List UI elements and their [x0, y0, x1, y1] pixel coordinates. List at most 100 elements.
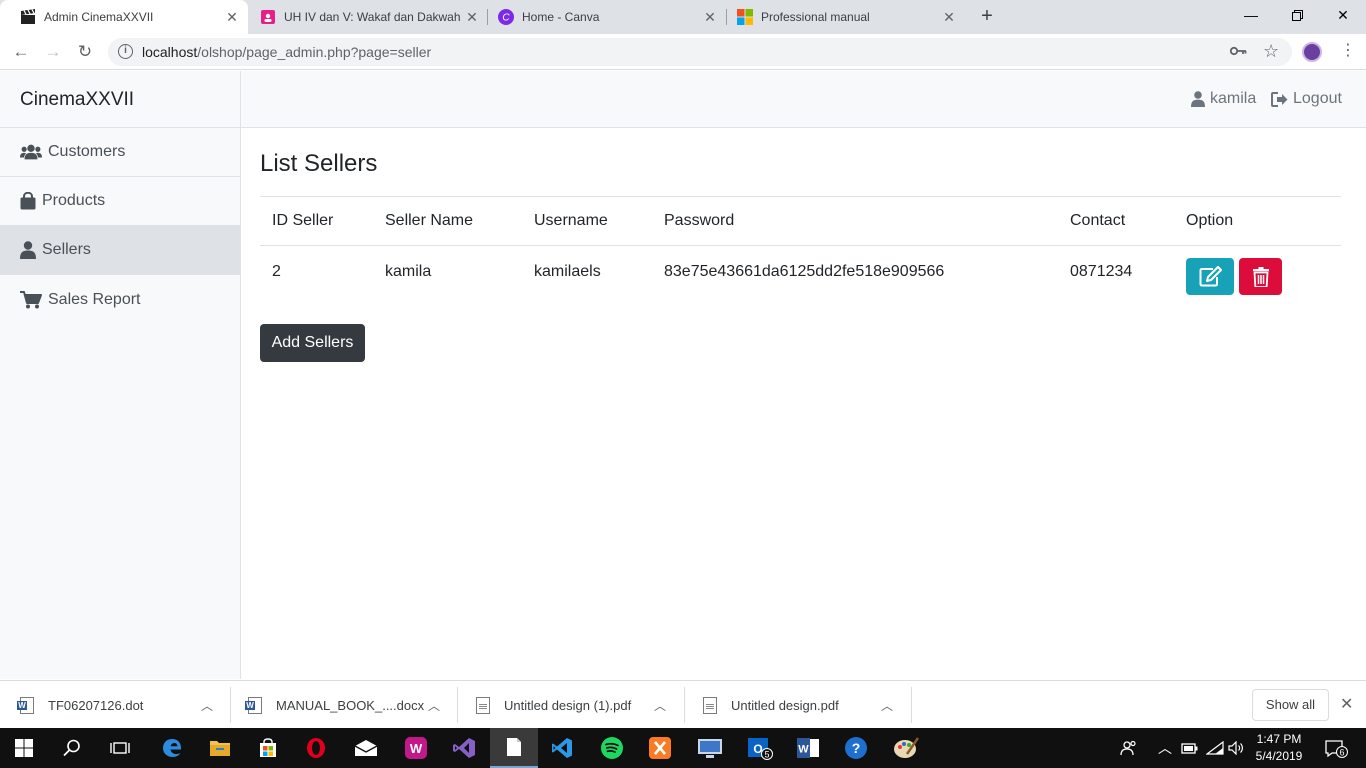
paint-icon[interactable]	[882, 728, 930, 768]
classroom-icon	[260, 9, 276, 25]
reload-icon[interactable]: ↻	[73, 40, 97, 64]
show-hidden-icons[interactable]: ︿	[1158, 728, 1172, 768]
chevron-up-icon[interactable]: ︿	[428, 697, 440, 714]
user-icon	[20, 241, 36, 259]
download-item[interactable]: Untitled design (1).pdf ︿	[476, 681, 686, 729]
battery-icon[interactable]	[1181, 728, 1199, 768]
vscode-icon[interactable]	[538, 728, 586, 768]
svg-text:C: C	[502, 13, 510, 24]
close-tab-icon[interactable]: ✕	[464, 9, 480, 26]
tab-admin-cinemaxxvii[interactable]: Admin CinemaXXVII ✕	[0, 0, 248, 34]
sidebar-item-sales-report[interactable]: Sales Report	[0, 275, 240, 324]
logout-link[interactable]: Logout	[1271, 90, 1342, 108]
pdf-file-icon	[476, 696, 490, 714]
tab-title: Admin CinemaXXVII	[44, 10, 154, 24]
chevron-up-icon[interactable]: ︿	[654, 697, 666, 714]
tab-canva[interactable]: C Home - Canva ✕	[488, 0, 726, 34]
menu-kebab-icon[interactable]: ⋮	[1340, 40, 1356, 60]
notepad-icon[interactable]	[490, 728, 538, 768]
forward-icon[interactable]: →	[41, 40, 65, 64]
avatar[interactable]	[1302, 42, 1322, 62]
shopping-bag-icon	[20, 192, 36, 210]
back-icon[interactable]: ←	[9, 40, 33, 64]
xampp-icon[interactable]	[636, 728, 684, 768]
browser-tab-strip: Admin CinemaXXVII ✕ UH IV dan V: Wakaf d…	[0, 0, 1366, 34]
close-window-icon[interactable]: ✕	[1320, 0, 1366, 32]
windows-start-icon[interactable]	[0, 728, 48, 768]
people-icon[interactable]	[1120, 728, 1138, 768]
new-tab-icon[interactable]: +	[976, 5, 998, 27]
table-header-row: ID Seller Seller Name Username Password …	[260, 196, 1341, 246]
edit-icon	[1199, 266, 1222, 287]
help-icon[interactable]: ?	[832, 728, 880, 768]
windows-taskbar: W O5 W ? ︿ 1:47 PM 5/4/2019 6	[0, 728, 1366, 768]
volume-icon[interactable]	[1228, 728, 1244, 768]
svg-text:W: W	[410, 741, 423, 756]
chevron-up-icon[interactable]: ︿	[201, 697, 213, 714]
remote-desktop-icon[interactable]	[686, 728, 734, 768]
tab-title: UH IV dan V: Wakaf dan Dakwah	[284, 10, 461, 24]
users-icon	[20, 143, 42, 161]
tab-professional-manual[interactable]: Professional manual ✕	[727, 0, 965, 34]
edge-icon[interactable]	[148, 728, 196, 768]
restore-icon[interactable]	[1274, 0, 1320, 32]
url-text[interactable]: localhost/olshop/page_admin.php?page=sel…	[142, 44, 431, 60]
outlook-icon[interactable]: O5	[736, 728, 784, 768]
sidebar-item-label: Products	[42, 192, 106, 209]
bookmark-star-icon[interactable]: ☆	[1263, 41, 1279, 62]
close-tab-icon[interactable]: ✕	[702, 9, 718, 26]
search-icon[interactable]	[48, 728, 96, 768]
file-explorer-icon[interactable]	[196, 728, 244, 768]
sidebar-item-sellers[interactable]: Sellers	[0, 226, 240, 275]
tab-uh-wakaf[interactable]: UH IV dan V: Wakaf dan Dakwah ✕	[248, 0, 488, 34]
show-all-button[interactable]: Show all	[1252, 689, 1329, 721]
download-filename: Untitled design (1).pdf	[504, 697, 632, 713]
user-menu[interactable]: kamila	[1191, 90, 1256, 108]
close-tab-icon[interactable]: ✕	[224, 9, 240, 26]
close-shelf-icon[interactable]: ✕	[1340, 694, 1353, 714]
notifications-icon[interactable]: 6	[1324, 728, 1348, 768]
sidebar-item-customers[interactable]: Customers	[0, 128, 240, 177]
cell-username: kamilaels	[534, 263, 601, 280]
brand-title[interactable]: CinemaXXVII	[0, 71, 240, 128]
word-icon[interactable]: W	[784, 728, 832, 768]
visual-studio-icon[interactable]	[440, 728, 488, 768]
username-label: kamila	[1210, 90, 1257, 107]
sign-out-icon	[1271, 91, 1288, 107]
opera-icon[interactable]	[292, 728, 340, 768]
sidebar: CinemaXXVII Customers Products Sellers S…	[0, 71, 241, 679]
spotify-icon[interactable]	[588, 728, 636, 768]
user-icon	[1191, 91, 1205, 107]
wifi-icon[interactable]	[1206, 728, 1224, 768]
download-item[interactable]: Untitled design.pdf ︿	[703, 681, 913, 729]
download-item[interactable]: MANUAL_BOOK_....docx ︿	[245, 681, 458, 729]
delete-button[interactable]	[1239, 258, 1282, 295]
sidebar-item-products[interactable]: Products	[0, 177, 240, 226]
shopping-cart-icon	[20, 290, 42, 309]
svg-text:?: ?	[852, 740, 861, 756]
add-sellers-button[interactable]: Add Sellers	[260, 324, 365, 362]
svg-text:6: 6	[1339, 748, 1344, 758]
browser-toolbar: ← → ↻ i localhost/olshop/page_admin.php?…	[0, 34, 1366, 70]
column-header-contact: Contact	[1058, 196, 1174, 246]
edit-button[interactable]	[1186, 258, 1234, 295]
site-info-icon[interactable]: i	[118, 44, 133, 59]
cell-seller-name: kamila	[385, 263, 432, 280]
close-tab-icon[interactable]: ✕	[941, 9, 957, 26]
clapperboard-icon	[20, 9, 36, 25]
download-filename: MANUAL_BOOK_....docx	[276, 697, 425, 713]
sidebar-item-label: Sales Report	[48, 290, 141, 308]
address-bar[interactable]: i localhost/olshop/page_admin.php?page=s…	[108, 38, 1292, 66]
mail-icon[interactable]	[342, 728, 390, 768]
download-item[interactable]: TF06207126.dot ︿	[17, 681, 230, 729]
store-icon[interactable]	[244, 728, 292, 768]
key-icon[interactable]	[1229, 43, 1247, 60]
wamp-icon[interactable]: W	[392, 728, 440, 768]
svg-text:W: W	[798, 744, 809, 756]
task-view-icon[interactable]	[96, 728, 144, 768]
system-clock[interactable]: 1:47 PM 5/4/2019	[1248, 731, 1310, 765]
download-filename: Untitled design.pdf	[731, 697, 839, 713]
chevron-up-icon[interactable]: ︿	[881, 697, 893, 714]
download-shelf: TF06207126.dot ︿ MANUAL_BOOK_....docx ︿ …	[0, 680, 1366, 728]
minimize-icon[interactable]: —	[1228, 0, 1274, 32]
